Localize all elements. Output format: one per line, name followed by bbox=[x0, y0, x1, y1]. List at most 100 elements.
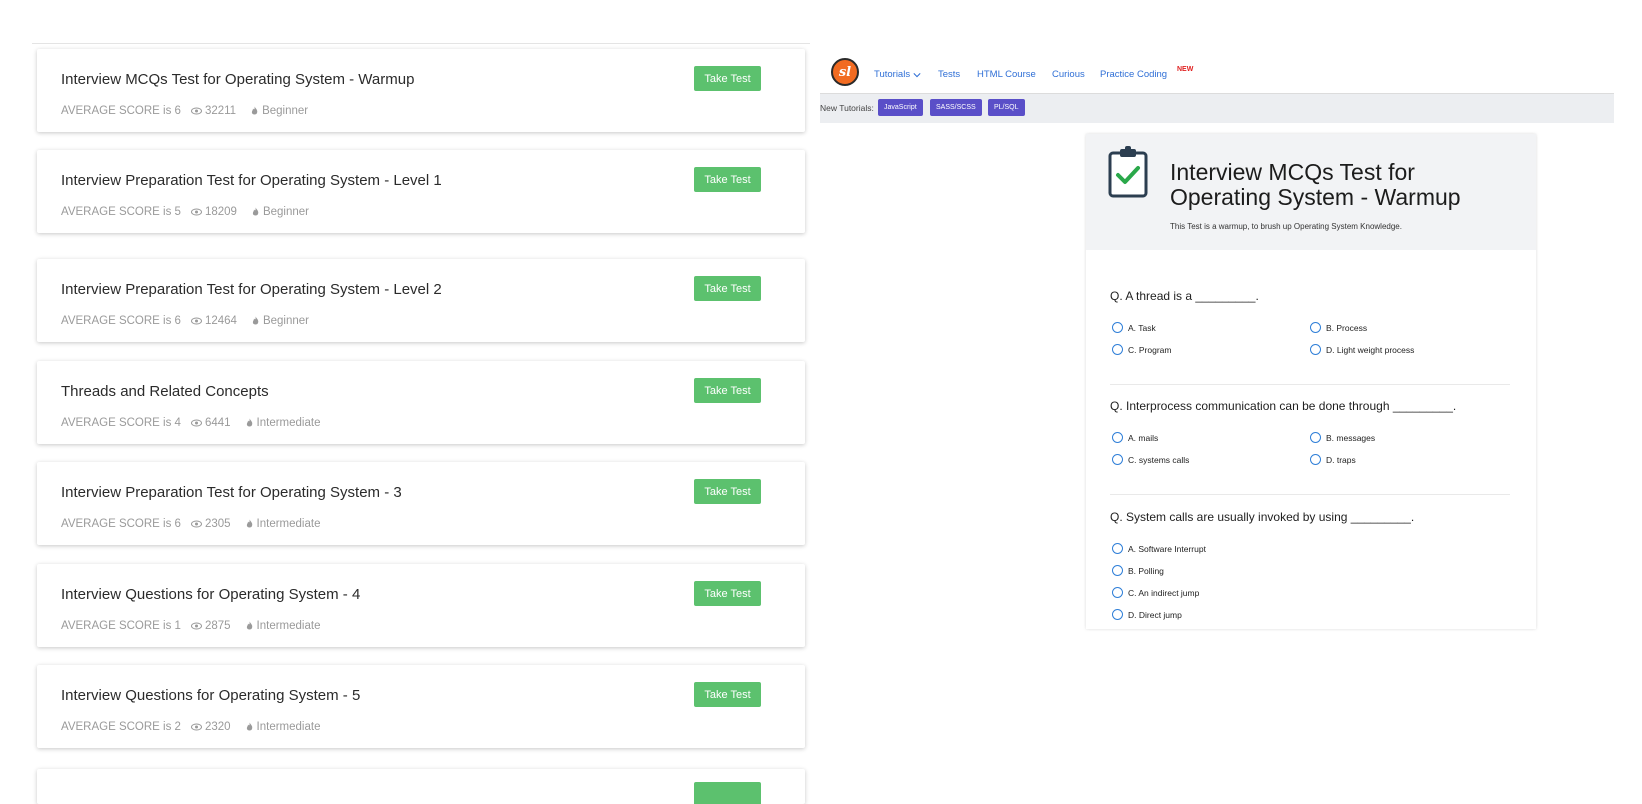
tag-pl-sql[interactable]: PL/SQL bbox=[988, 99, 1025, 116]
average-score-label: AVERAGE SCORE is bbox=[61, 315, 172, 327]
radio-button[interactable] bbox=[1112, 432, 1123, 443]
new-tutorials-label: New Tutorials: bbox=[820, 103, 874, 113]
radio-button[interactable] bbox=[1112, 587, 1123, 598]
test-card[interactable]: Interview Preparation Test for Operating… bbox=[37, 150, 805, 233]
option-b[interactable]: B. Polling bbox=[1112, 565, 1164, 576]
difficulty-level: Beginner bbox=[250, 105, 308, 117]
quiz-title: Interview MCQs Test for Operating System… bbox=[1170, 159, 1461, 210]
test-title[interactable]: Interview MCQs Test for Operating System… bbox=[61, 71, 414, 88]
test-meta: AVERAGE SCORE is 1 2875 Intermediate bbox=[61, 620, 320, 632]
question-text: Q. A thread is a _________. bbox=[1110, 289, 1259, 303]
nav-practice-coding[interactable]: Practice Coding bbox=[1100, 69, 1167, 80]
eye-icon bbox=[190, 208, 202, 216]
views-count: 32211 bbox=[190, 105, 236, 117]
average-score-value: 4 bbox=[174, 417, 181, 429]
average-score-label: AVERAGE SCORE is bbox=[61, 721, 172, 733]
logo-text: sl bbox=[838, 64, 852, 80]
question-text: Q. System calls are usually invoked by u… bbox=[1110, 510, 1415, 524]
nav-tests[interactable]: Tests bbox=[938, 69, 960, 80]
views-count: 18209 bbox=[190, 206, 237, 218]
quiz-description: This Test is a warmup, to brush up Opera… bbox=[1170, 222, 1402, 231]
test-list-panel: Interview MCQs Test for Operating System… bbox=[0, 0, 810, 804]
test-card[interactable]: Interview Questions for Operating System… bbox=[37, 665, 805, 748]
site-navbar: sl Tutorials Tests HTML Course Curious P… bbox=[820, 56, 1620, 92]
take-test-button[interactable]: Take Test bbox=[694, 66, 761, 91]
test-title[interactable]: Interview Preparation Test for Operating… bbox=[61, 172, 442, 189]
take-test-button[interactable]: Take Test bbox=[694, 276, 761, 301]
option-b[interactable]: B. Process bbox=[1310, 322, 1367, 333]
take-test-button-partial[interactable] bbox=[694, 782, 761, 804]
option-a[interactable]: A. Task bbox=[1112, 322, 1156, 333]
take-test-button[interactable]: Take Test bbox=[694, 581, 761, 606]
new-tutorials-bar: New Tutorials: JavaScript SASS/SCSS PL/S… bbox=[820, 93, 1614, 123]
option-d[interactable]: D. Direct jump bbox=[1112, 609, 1182, 620]
difficulty-level: Intermediate bbox=[245, 518, 320, 530]
flame-icon bbox=[246, 418, 252, 427]
option-a[interactable]: A. Software Interrupt bbox=[1112, 543, 1206, 554]
take-test-button[interactable]: Take Test bbox=[694, 682, 761, 707]
views-count: 2305 bbox=[190, 518, 231, 530]
question-divider bbox=[1110, 384, 1510, 385]
option-c[interactable]: C. An indirect jump bbox=[1112, 587, 1199, 598]
option-d[interactable]: D. traps bbox=[1310, 454, 1356, 465]
test-meta: AVERAGE SCORE is 2 2320 Intermediate bbox=[61, 721, 320, 733]
radio-button[interactable] bbox=[1112, 565, 1123, 576]
take-test-button[interactable]: Take Test bbox=[694, 378, 761, 403]
test-title[interactable]: Interview Questions for Operating System… bbox=[61, 687, 360, 704]
nav-html-course[interactable]: HTML Course bbox=[977, 69, 1036, 80]
tag-javascript[interactable]: JavaScript bbox=[878, 99, 923, 116]
nav-tutorials[interactable]: Tutorials bbox=[874, 69, 921, 80]
eye-icon bbox=[190, 317, 202, 325]
test-meta: AVERAGE SCORE is 4 6441 Intermediate bbox=[61, 417, 320, 429]
test-card[interactable]: Interview Preparation Test for Operating… bbox=[37, 259, 805, 342]
take-test-button[interactable]: Take Test bbox=[694, 167, 761, 192]
nav-curious[interactable]: Curious bbox=[1052, 69, 1085, 80]
eye-icon bbox=[190, 419, 202, 427]
take-test-button[interactable]: Take Test bbox=[694, 479, 761, 504]
test-meta: AVERAGE SCORE is 6 12464 Beginner bbox=[61, 315, 309, 327]
average-score-value: 1 bbox=[174, 620, 181, 632]
radio-button[interactable] bbox=[1310, 432, 1321, 443]
radio-button[interactable] bbox=[1112, 454, 1123, 465]
site-logo[interactable]: sl bbox=[831, 58, 859, 86]
difficulty-level: Intermediate bbox=[245, 721, 320, 733]
radio-button[interactable] bbox=[1310, 322, 1321, 333]
test-title[interactable]: Threads and Related Concepts bbox=[61, 383, 269, 400]
option-c[interactable]: C. Program bbox=[1112, 344, 1171, 355]
test-card[interactable]: Threads and Related Concepts AVERAGE SCO… bbox=[37, 361, 805, 444]
test-card[interactable]: Interview MCQs Test for Operating System… bbox=[37, 49, 805, 132]
average-score-label: AVERAGE SCORE is bbox=[61, 105, 172, 117]
average-score-label: AVERAGE SCORE is bbox=[61, 206, 172, 218]
radio-button[interactable] bbox=[1112, 322, 1123, 333]
test-meta: AVERAGE SCORE is 6 2305 Intermediate bbox=[61, 518, 320, 530]
flame-icon bbox=[246, 722, 252, 731]
option-d[interactable]: D. Light weight process bbox=[1310, 344, 1414, 355]
clipboard-check-icon bbox=[1108, 146, 1148, 198]
test-meta: AVERAGE SCORE is 5 18209 Beginner bbox=[61, 206, 309, 218]
tag-sass-scss[interactable]: SASS/SCSS bbox=[930, 99, 982, 116]
eye-icon bbox=[190, 723, 202, 731]
test-card[interactable]: Interview Questions for Operating System… bbox=[37, 564, 805, 647]
quiz-header: Interview MCQs Test for Operating System… bbox=[1086, 134, 1536, 250]
radio-button[interactable] bbox=[1112, 344, 1123, 355]
eye-icon bbox=[190, 107, 202, 115]
radio-button[interactable] bbox=[1310, 344, 1321, 355]
test-title[interactable]: Interview Preparation Test for Operating… bbox=[61, 484, 402, 501]
flame-icon bbox=[246, 519, 252, 528]
option-a[interactable]: A. mails bbox=[1112, 432, 1158, 443]
test-title[interactable]: Interview Questions for Operating System… bbox=[61, 586, 360, 603]
test-card[interactable]: Interview Preparation Test for Operating… bbox=[37, 462, 805, 545]
radio-button[interactable] bbox=[1310, 454, 1321, 465]
option-c[interactable]: C. systems calls bbox=[1112, 454, 1189, 465]
test-title[interactable]: Interview Preparation Test for Operating… bbox=[61, 281, 442, 298]
radio-button[interactable] bbox=[1112, 543, 1123, 554]
radio-button[interactable] bbox=[1112, 609, 1123, 620]
views-count: 2320 bbox=[190, 721, 231, 733]
chevron-down-icon bbox=[913, 72, 921, 77]
eye-icon bbox=[190, 622, 202, 630]
test-card[interactable] bbox=[37, 769, 805, 804]
option-b[interactable]: B. messages bbox=[1310, 432, 1375, 443]
eye-icon bbox=[190, 520, 202, 528]
views-count: 12464 bbox=[190, 315, 237, 327]
average-score-value: 6 bbox=[174, 105, 181, 117]
